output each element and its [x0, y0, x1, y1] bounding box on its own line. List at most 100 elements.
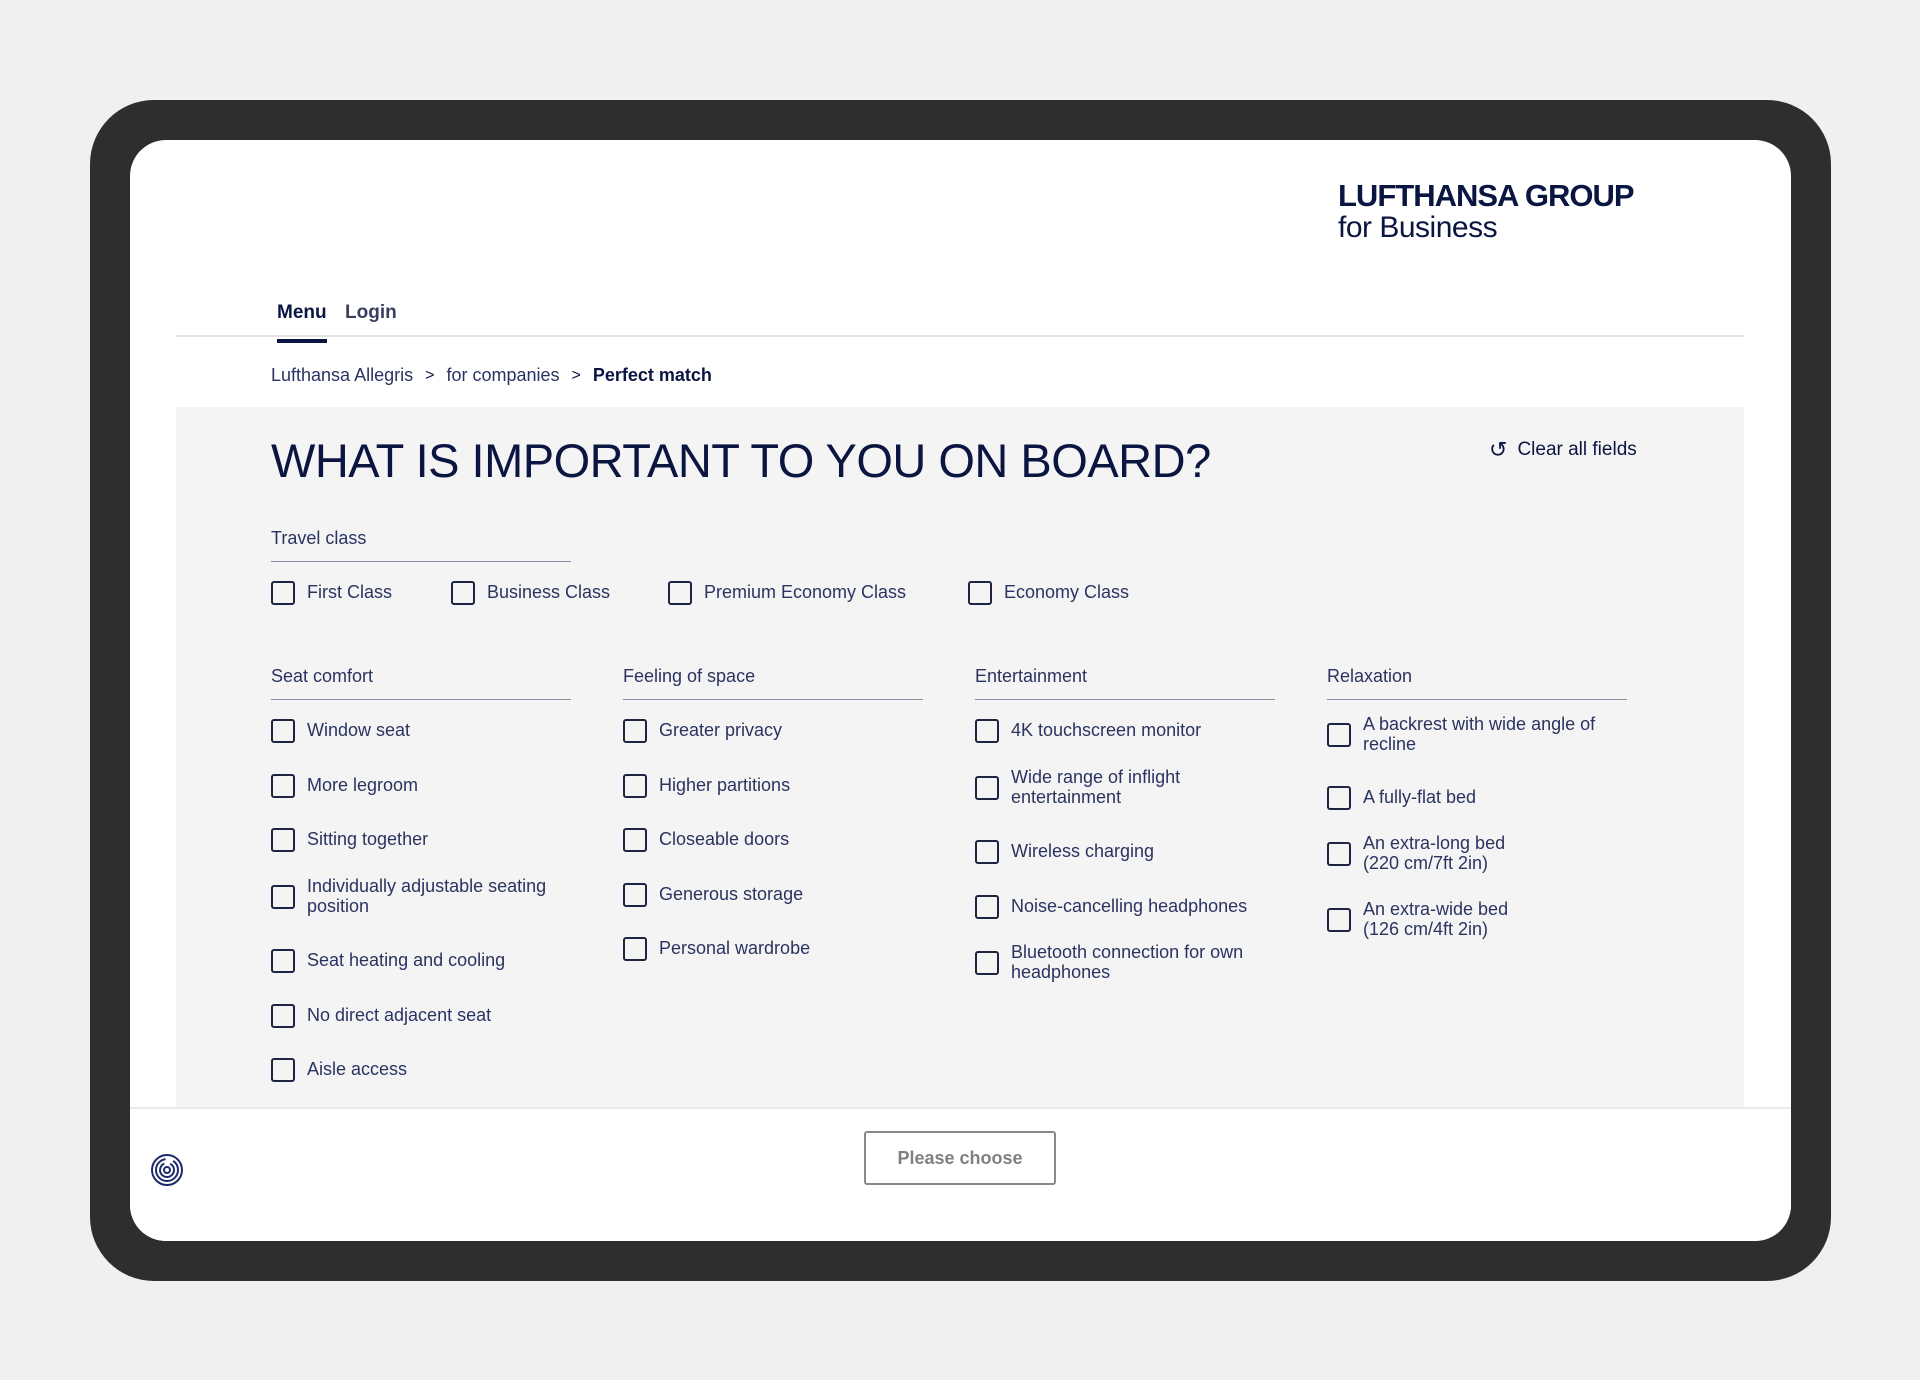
checkbox-label: Aisle access [307, 1059, 408, 1080]
checkbox-label: Noise-cancelling headphones [1011, 896, 1248, 917]
checkbox-box[interactable] [1327, 907, 1351, 932]
checkbox-box[interactable] [271, 884, 295, 909]
checkbox-bluetooth[interactable]: Bluetooth connection for own headphones [975, 942, 1271, 983]
breadcrumb: Lufthansa Allegris > for companies > Per… [271, 365, 712, 386]
checkbox-label: 4K touchscreen monitor [1011, 720, 1202, 741]
checkbox-label: Business Class [487, 582, 611, 603]
checkbox-box[interactable] [1327, 786, 1351, 810]
checkbox-box[interactable] [975, 895, 999, 919]
checkbox-no-adjacent-seat[interactable]: No direct adjacent seat [271, 1004, 567, 1028]
checkbox-box[interactable] [271, 828, 295, 852]
checkbox-box[interactable] [975, 840, 999, 864]
checkbox-extra-wide-bed[interactable]: An extra-wide bed (126 cm/4ft 2in) [1327, 899, 1523, 940]
tablet-frame: LUFTHANSA GROUP for Business Menu Login … [90, 100, 1831, 1281]
checkbox-box[interactable] [271, 949, 295, 973]
checkbox-box[interactable] [451, 581, 475, 605]
checkbox-label: Individually adjustable seating position [307, 876, 547, 916]
checkbox-box[interactable] [271, 719, 295, 743]
checkbox-box[interactable] [271, 581, 295, 605]
checkbox-label: Greater privacy [659, 720, 783, 741]
checkbox-label: Personal wardrobe [659, 938, 811, 959]
footer-bar: Please choose [130, 1107, 1791, 1241]
checkbox-label: Premium Economy Class [704, 582, 907, 603]
checkbox-greater-privacy[interactable]: Greater privacy [623, 719, 919, 743]
checkbox-seat-heating[interactable]: Seat heating and cooling [271, 949, 567, 973]
checkbox-label: A fully-flat bed [1363, 787, 1477, 808]
checkbox-noise-cancelling[interactable]: Noise-cancelling headphones [975, 895, 1271, 919]
checkbox-label: Seat heating and cooling [307, 950, 506, 971]
chevron-right-icon: > [571, 366, 581, 384]
nav-menu[interactable]: Menu [277, 302, 327, 343]
checkbox-more-legroom[interactable]: More legroom [271, 774, 567, 798]
checkbox-label: An extra-long bed (220 cm/7ft 2in) [1363, 833, 1506, 873]
checkbox-higher-partitions[interactable]: Higher partitions [623, 774, 919, 798]
checkbox-box[interactable] [975, 719, 999, 743]
checkbox-label: An extra-wide bed (126 cm/4ft 2in) [1363, 899, 1509, 939]
clear-all-label: Clear all fields [1517, 439, 1637, 460]
relaxation-label: Relaxation [1327, 666, 1627, 700]
feeling-of-space-label: Feeling of space [623, 666, 923, 700]
clear-all-button[interactable]: ↺ Clear all fields [1489, 439, 1637, 461]
logo-line-2: for Business [1338, 211, 1498, 244]
checkbox-box[interactable] [1327, 722, 1351, 747]
breadcrumb-item-allegris[interactable]: Lufthansa Allegris [271, 365, 413, 386]
checkbox-box[interactable] [623, 774, 647, 798]
brand-logo[interactable]: LUFTHANSA GROUP for Business [1338, 178, 1635, 244]
seat-comfort-label: Seat comfort [271, 666, 571, 700]
page-title: WHAT IS IMPORTANT TO YOU ON BOARD? [271, 434, 1211, 487]
checkbox-label: More legroom [307, 775, 419, 796]
nav-login[interactable]: Login [345, 302, 397, 324]
checkbox-box[interactable] [271, 1058, 295, 1082]
checkbox-label: Sitting together [307, 829, 429, 850]
checkbox-wide-recline[interactable]: A backrest with wide angle of recline [1327, 714, 1623, 755]
checkbox-box[interactable] [1327, 841, 1351, 866]
checkbox-generous-storage[interactable]: Generous storage [623, 883, 919, 907]
checkbox-box[interactable] [668, 581, 692, 605]
checkbox-box[interactable] [968, 581, 992, 605]
checkbox-sitting-together[interactable]: Sitting together [271, 828, 567, 852]
screen: LUFTHANSA GROUP for Business Menu Login … [130, 140, 1791, 1241]
entertainment-label: Entertainment [975, 666, 1275, 700]
top-navigation: Menu Login [176, 280, 1744, 343]
reset-icon: ↺ [1489, 437, 1508, 462]
breadcrumb-current: Perfect match [592, 365, 712, 385]
checkbox-box[interactable] [623, 828, 647, 852]
checkbox-personal-wardrobe[interactable]: Personal wardrobe [623, 937, 919, 961]
checkbox-adjustable-seating[interactable]: Individually adjustable seating position [271, 876, 567, 917]
checkbox-box[interactable] [623, 937, 647, 961]
checkbox-box[interactable] [975, 950, 999, 975]
checkbox-window-seat[interactable]: Window seat [271, 719, 567, 743]
checkbox-box[interactable] [975, 775, 999, 800]
checkbox-label: Generous storage [659, 884, 804, 905]
checkbox-economy-class[interactable]: Economy Class [968, 581, 1129, 605]
checkbox-business-class[interactable]: Business Class [451, 581, 610, 605]
checkbox-label: Economy Class [1004, 582, 1130, 603]
fingerprint-icon[interactable] [150, 1153, 184, 1187]
checkbox-label: No direct adjacent seat [307, 1005, 492, 1026]
travel-class-label: Travel class [271, 528, 571, 562]
checkbox-4k-monitor[interactable]: 4K touchscreen monitor [975, 719, 1271, 743]
checkbox-label: Closeable doors [659, 829, 790, 850]
checkbox-wireless-charging[interactable]: Wireless charging [975, 840, 1271, 864]
checkbox-label: Window seat [307, 720, 411, 741]
chevron-right-icon: > [425, 366, 435, 384]
checkbox-box[interactable] [271, 774, 295, 798]
checkbox-box[interactable] [271, 1004, 295, 1028]
checkbox-aisle-access[interactable]: Aisle access [271, 1058, 567, 1082]
checkbox-first-class[interactable]: First Class [271, 581, 392, 605]
checkbox-box[interactable] [623, 719, 647, 743]
checkbox-box[interactable] [623, 883, 647, 907]
checkbox-label: Bluetooth connection for own headphones [1011, 942, 1244, 982]
checkbox-label: Wireless charging [1011, 841, 1155, 862]
checkbox-inflight-entertainment[interactable]: Wide range of inflight entertainment [975, 767, 1271, 808]
please-choose-button[interactable]: Please choose [864, 1131, 1056, 1185]
checkbox-closeable-doors[interactable]: Closeable doors [623, 828, 919, 852]
logo-line-1: LUFTHANSA GROUP [1338, 178, 1635, 213]
checkbox-label: Wide range of inflight entertainment [1011, 767, 1181, 807]
checkbox-extra-long-bed[interactable]: An extra-long bed (220 cm/7ft 2in) [1327, 833, 1523, 874]
checkbox-premium-economy[interactable]: Premium Economy Class [668, 581, 906, 605]
breadcrumb-item-companies[interactable]: for companies [446, 365, 559, 386]
checkbox-fully-flat-bed[interactable]: A fully-flat bed [1327, 786, 1623, 810]
checkbox-label: First Class [307, 582, 392, 603]
preferences-form: WHAT IS IMPORTANT TO YOU ON BOARD? ↺ Cle… [176, 407, 1744, 1107]
